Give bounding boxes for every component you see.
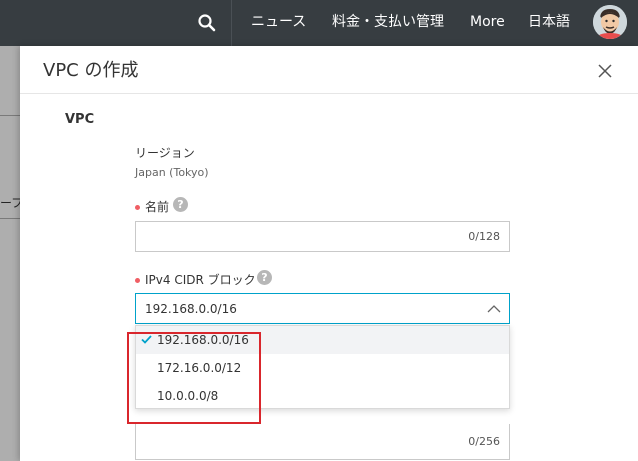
- panel-header: VPC の作成: [20, 46, 638, 94]
- nav-language-link[interactable]: 日本語: [528, 12, 570, 32]
- background-overlay: [0, 46, 20, 461]
- description-char-counter: 0/256: [468, 435, 500, 448]
- create-vpc-panel: VPC の作成 VPC リージョン Japan (Tokyo) 名前 ? 0/1…: [20, 46, 638, 461]
- avatar-face-icon: [593, 5, 627, 39]
- avatar[interactable]: [593, 5, 627, 39]
- section-title-vpc: VPC: [65, 112, 95, 127]
- name-input[interactable]: 0/128: [135, 221, 510, 252]
- help-icon[interactable]: ?: [257, 270, 272, 285]
- cidr-select-value: 192.168.0.0/16: [145, 302, 237, 316]
- required-indicator: [135, 278, 140, 283]
- nav-news-link[interactable]: ニュース: [251, 12, 306, 32]
- top-nav-bar: ニュース 料金・支払い管理 More 日本語: [0, 0, 638, 46]
- name-label: 名前: [145, 200, 170, 214]
- highlight-box: [127, 332, 261, 424]
- background-page: ープ: [0, 46, 23, 461]
- description-input[interactable]: 0/256: [135, 424, 510, 460]
- name-char-counter: 0/128: [468, 230, 500, 243]
- nav-divider: [231, 0, 232, 46]
- help-icon[interactable]: ?: [173, 197, 188, 212]
- nav-more-link[interactable]: More: [470, 12, 505, 32]
- required-indicator: [135, 205, 140, 210]
- chevron-up-icon: [487, 305, 501, 313]
- region-label: リージョン: [135, 146, 195, 160]
- panel-title: VPC の作成: [43, 60, 139, 81]
- cidr-label: IPv4 CIDR ブロック: [145, 273, 256, 287]
- search-icon[interactable]: [197, 13, 217, 33]
- nav-billing-link[interactable]: 料金・支払い管理: [332, 12, 444, 32]
- cidr-select[interactable]: 192.168.0.0/16: [135, 293, 510, 324]
- region-value: Japan (Tokyo): [135, 166, 209, 179]
- close-icon[interactable]: [598, 64, 612, 78]
